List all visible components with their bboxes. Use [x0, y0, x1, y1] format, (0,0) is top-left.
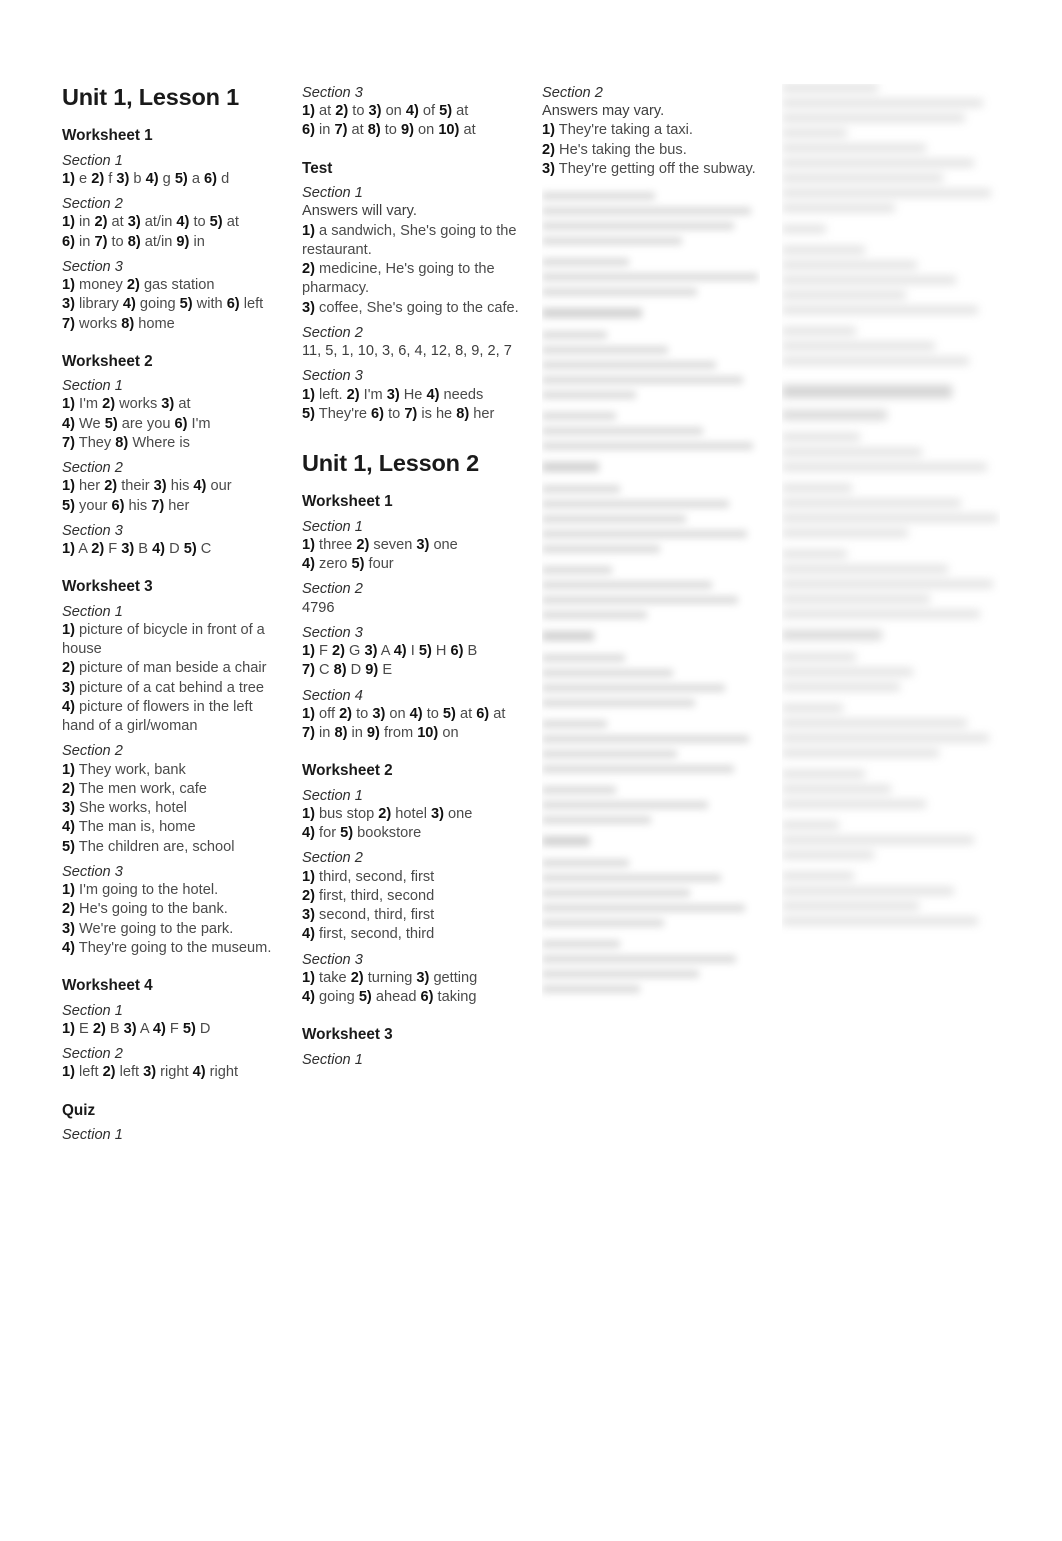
answer-line: 1) E 2) B 3) A 4) F 5) D	[62, 1020, 211, 1037]
note-line: Answers may vary.	[542, 103, 665, 120]
answer-line: 1) three 2) seven 3) one	[302, 536, 458, 553]
answer-line: 4) going 5) ahead 6) taking	[302, 989, 477, 1006]
answer-line: 4) zero 5) four	[302, 556, 394, 573]
answer-line: 1) a sandwich, She's going to the restau…	[302, 222, 517, 258]
column-layout: Unit 1, Lesson 1 Worksheet 1 Section 1 1…	[62, 84, 1022, 1164]
section-heading: Section 3	[62, 522, 123, 539]
test-heading: Test	[302, 159, 333, 177]
section-heading: Section 1	[62, 603, 123, 620]
answer-line: 4) for 5) bookstore	[302, 825, 422, 842]
answer-line: 2) He's going to the bank.	[62, 901, 228, 918]
section-heading: Section 3	[302, 85, 363, 101]
answer-line: 7) They 8) Where is	[62, 434, 190, 451]
column-3: Section 2 Answers may vary. 1) They're t…	[542, 84, 760, 1164]
worksheet-heading: Worksheet 1	[302, 493, 393, 511]
illegible-text-region	[782, 84, 1000, 925]
answer-line: 2) first, third, second	[302, 887, 435, 904]
answer-line: 5) They're 6) to 7) is he 8) her	[302, 405, 495, 422]
worksheet-heading: Worksheet 3	[62, 578, 153, 596]
answer-line: 3) coffee, She's going to the cafe.	[302, 299, 519, 316]
section-heading: Section 3	[62, 258, 123, 275]
answer-line: 2) medicine, He's going to the pharmacy.	[302, 261, 495, 297]
answer-line: 6) in 7) at 8) to 9) on 10) at	[302, 122, 476, 139]
section-heading: Section 3	[302, 951, 363, 968]
section-heading: Section 1	[302, 518, 363, 535]
answer-line: 1) at 2) to 3) on 4) of 5) at	[302, 103, 469, 120]
answer-line: 4) They're going to the museum.	[62, 939, 272, 956]
unit-heading: Unit 1, Lesson 1	[62, 84, 240, 110]
column-2: Section 3 1) at 2) to 3) on 4) of 5) at …	[302, 84, 520, 1164]
illegible-text-region	[542, 179, 760, 994]
answer-line: 1) take 2) turning 3) getting	[302, 969, 478, 986]
worksheet-heading: Worksheet 3	[302, 1026, 393, 1044]
answer-line: 1) money 2) gas station	[62, 277, 215, 294]
answer-line: 1) F 2) G 3) A 4) I 5) H 6) B	[302, 643, 478, 660]
section-heading: Section 2	[302, 581, 363, 598]
section-heading: Section 2	[542, 85, 603, 101]
worksheet-heading: Worksheet 4	[62, 977, 153, 995]
answer-line: 1) left. 2) I'm 3) He 4) needs	[302, 386, 484, 403]
answer-line: 1) bus stop 2) hotel 3) one	[302, 805, 473, 822]
answer-line: 7) works 8) home	[62, 315, 175, 332]
section-heading: Section 1	[62, 1126, 123, 1143]
answer-line: 1) in 2) at 3) at/in 4) to 5) at	[62, 214, 239, 231]
section-heading: Section 2	[62, 743, 123, 760]
section-heading: Section 2	[62, 1046, 123, 1063]
quiz-heading: Quiz	[62, 1101, 96, 1119]
answer-line: 3) We're going to the park.	[62, 920, 234, 937]
answer-line: 3) picture of a cat behind a tree	[62, 679, 265, 696]
answer-line: 4) The man is, home	[62, 819, 196, 836]
section-heading: Section 3	[302, 368, 363, 385]
section-heading: Section 4	[302, 687, 363, 704]
answer-line: 1) They're taking a taxi.	[542, 122, 693, 139]
answer-line: 11, 5, 1, 10, 3, 6, 4, 12, 8, 9, 2, 7	[302, 343, 512, 360]
section-heading: Section 1	[62, 378, 123, 395]
answer-line: 7) C 8) D 9) E	[302, 662, 393, 679]
answer-line: 3) They're getting off the subway.	[542, 160, 756, 177]
answer-line: 4796	[302, 599, 335, 616]
worksheet-heading: Worksheet 2	[302, 762, 393, 780]
note-line: Answers will vary.	[302, 203, 417, 220]
answer-line: 7) in 8) in 9) from 10) on	[302, 725, 459, 742]
section-heading: Section 1	[302, 185, 363, 202]
section-heading: Section 1	[302, 787, 363, 804]
answer-line: 1) off 2) to 3) on 4) to 5) at 6) at	[302, 705, 506, 722]
section-heading: Section 2	[62, 460, 123, 477]
answer-line: 2) He's taking the bus.	[542, 141, 687, 158]
section-heading: Section 2	[302, 850, 363, 867]
section-heading: Section 1	[62, 152, 123, 169]
answer-line: 1) her 2) their 3) his 4) our	[62, 478, 232, 495]
answer-line: 1) left 2) left 3) right 4) right	[62, 1064, 239, 1081]
answer-line: 4) first, second, third	[302, 926, 435, 943]
section-heading: Section 3	[62, 863, 123, 880]
unit-heading: Unit 1, Lesson 2	[302, 450, 480, 477]
section-heading: Section 1	[62, 1002, 123, 1019]
column-1: Unit 1, Lesson 1 Worksheet 1 Section 1 1…	[62, 84, 280, 1164]
answer-line: 1) A 2) F 3) B 4) D 5) C	[62, 541, 212, 558]
answer-line: 1) They work, bank	[62, 761, 186, 778]
answer-line: 4) We 5) are you 6) I'm	[62, 415, 211, 432]
answer-line: 5) your 6) his 7) her	[62, 497, 190, 514]
answer-line: 5) The children are, school	[62, 838, 235, 855]
answer-line: 3) She works, hotel	[62, 800, 187, 817]
answer-line: 3) library 4) going 5) with 6) left	[62, 296, 264, 313]
section-heading: Section 3	[302, 624, 363, 641]
worksheet-heading: Worksheet 2	[62, 352, 153, 370]
section-heading: Section 2	[302, 324, 363, 341]
answer-line: 1) e 2) f 3) b 4) g 5) a 6) d	[62, 170, 230, 187]
answer-key-page: Unit 1, Lesson 1 Worksheet 1 Section 1 1…	[0, 0, 1062, 1541]
answer-line: 4) picture of flowers in the left hand o…	[62, 698, 253, 735]
column-4	[782, 84, 1000, 1164]
worksheet-heading: Worksheet 1	[62, 127, 153, 145]
section-heading: Section 2	[62, 196, 123, 213]
answer-line: 6) in 7) to 8) at/in 9) in	[62, 233, 205, 250]
answer-line: 3) second, third, first	[302, 907, 435, 924]
answer-line: 2) The men work, cafe	[62, 780, 207, 797]
answer-line: 1) I'm 2) works 3) at	[62, 396, 191, 413]
section-heading: Section 1	[302, 1051, 363, 1068]
answer-line: 1) picture of bicycle in front of a hous…	[62, 621, 265, 658]
answer-line: 1) I'm going to the hotel.	[62, 882, 219, 899]
answer-line: 1) third, second, first	[302, 868, 435, 885]
answer-line: 2) picture of man beside a chair	[62, 660, 267, 677]
